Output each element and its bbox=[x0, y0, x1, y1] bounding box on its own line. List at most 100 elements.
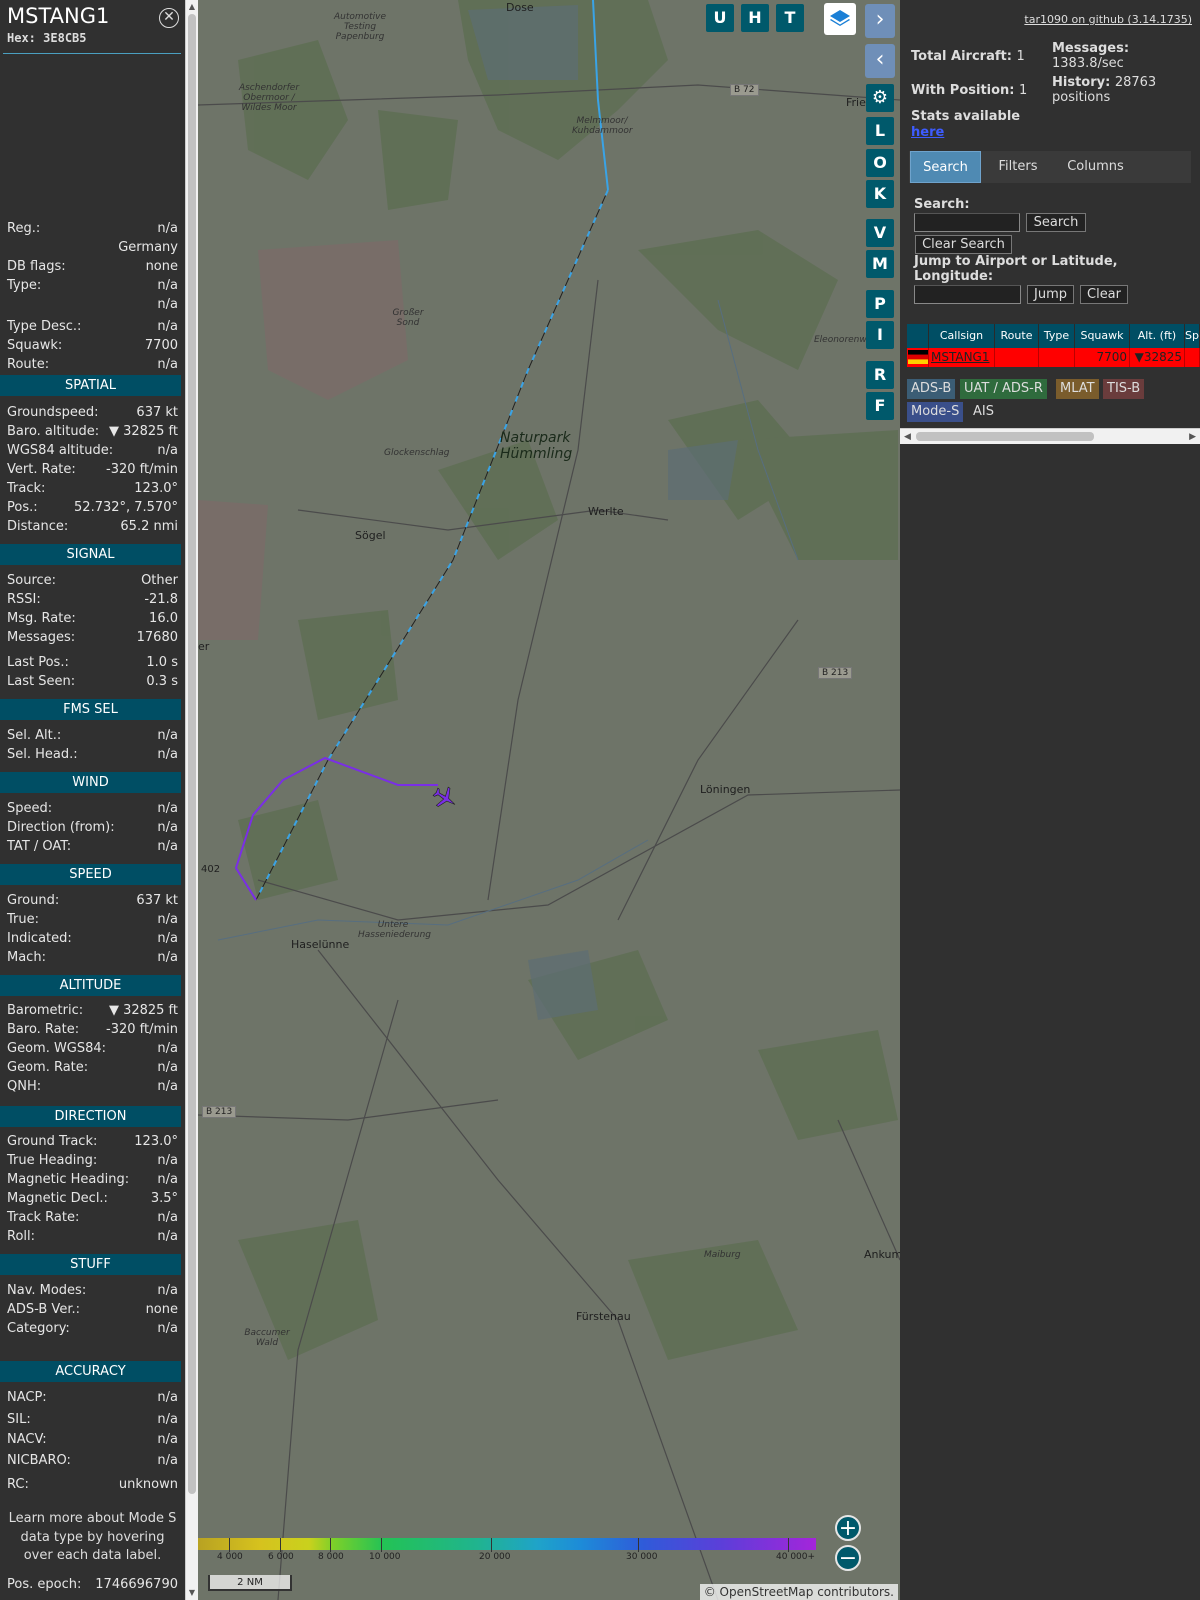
place-loningen: Löningen bbox=[700, 783, 751, 796]
zoom-in-button[interactable]: + bbox=[835, 1515, 861, 1541]
zoom-out-button[interactable]: − bbox=[835, 1545, 861, 1571]
col-alt-header[interactable]: Alt. (ft) bbox=[1130, 324, 1185, 348]
info-value: -21.8 bbox=[144, 592, 178, 607]
hscroll-thumb[interactable] bbox=[916, 432, 1094, 441]
info-label: Roll: bbox=[7, 1229, 36, 1244]
col-type-header[interactable]: Type bbox=[1039, 324, 1075, 348]
left-panel-scrollbar[interactable]: ▲ ▼ bbox=[185, 0, 198, 1600]
toggle-f-button[interactable]: F bbox=[866, 392, 894, 420]
info-value: 7700 bbox=[144, 338, 178, 353]
place-haselunne: Haselünne bbox=[291, 938, 350, 951]
attribution-suffix: contributors. bbox=[813, 1585, 894, 1599]
callsign-cell[interactable]: MSTANG1 bbox=[929, 348, 995, 367]
info-value: n/a bbox=[157, 1060, 178, 1075]
col-callsign-header[interactable]: Callsign bbox=[929, 324, 995, 348]
scroll-up-arrow-icon[interactable]: ▲ bbox=[186, 0, 198, 14]
info-value: 1.0 s bbox=[146, 655, 178, 670]
col-speed-header[interactable]: Sp bbox=[1185, 324, 1200, 348]
info-label: DB flags: bbox=[7, 259, 66, 274]
aircraft-icon[interactable] bbox=[432, 785, 458, 811]
place-er: er bbox=[198, 640, 210, 653]
aircraft-hex: Hex: 3E8CB5 bbox=[7, 31, 87, 45]
info-value: 123.0° bbox=[134, 1134, 178, 1149]
place-testing: Automotive Testing Papenburg bbox=[333, 12, 387, 42]
toggle-l-button[interactable]: L bbox=[866, 117, 894, 145]
table-horizontal-scrollbar[interactable]: ◀ ▶ bbox=[900, 428, 1200, 444]
info-row-geom-wgs84: Geom. WGS84: n/a bbox=[7, 1041, 178, 1059]
toggle-o-button[interactable]: O bbox=[866, 149, 894, 177]
jump-input[interactable] bbox=[914, 285, 1021, 304]
clear-button[interactable]: Clear bbox=[1080, 285, 1128, 304]
place-werlte: Werlte bbox=[588, 505, 624, 518]
info-label: TAT / OAT: bbox=[7, 839, 72, 854]
col-squawk-header[interactable]: Squawk bbox=[1075, 324, 1130, 348]
info-label: Sel. Head.: bbox=[7, 747, 78, 762]
layers-button[interactable] bbox=[824, 3, 856, 35]
settings-button[interactable]: ⚙ bbox=[866, 84, 894, 112]
info-label: Magnetic Heading: bbox=[7, 1172, 130, 1187]
info-row-sil: SIL: n/a bbox=[7, 1412, 178, 1430]
osm-link[interactable]: OpenStreetMap bbox=[720, 1585, 814, 1599]
info-row-type: Type: n/a bbox=[7, 278, 178, 296]
pos-epoch-row: Pos. epoch: 1746696790 bbox=[7, 1577, 178, 1595]
info-value: n/a bbox=[157, 912, 178, 927]
info-label: Last Pos.: bbox=[7, 655, 69, 670]
col-flag-header bbox=[907, 324, 929, 348]
info-row-messages: Messages: 17680 bbox=[7, 630, 178, 648]
info-label: Type Desc.: bbox=[7, 319, 82, 334]
expand-right-button[interactable]: › bbox=[865, 4, 895, 38]
info-label: NACP: bbox=[7, 1390, 47, 1405]
place-furstenau: Fürstenau bbox=[576, 1310, 631, 1323]
toggle-p-button[interactable]: P bbox=[866, 290, 894, 318]
scrollbar-thumb[interactable] bbox=[188, 14, 196, 1494]
tab-columns[interactable]: Columns bbox=[1054, 151, 1137, 183]
info-value: n/a bbox=[157, 728, 178, 743]
toggle-m-button[interactable]: M bbox=[866, 250, 894, 278]
right-panel: tar1090 on github (3.14.1735) Total Airc… bbox=[900, 0, 1200, 1600]
info-row-speed: Speed: n/a bbox=[7, 801, 178, 819]
info-row-ground-track: Ground Track: 123.0° bbox=[7, 1134, 178, 1152]
plus-icon: + bbox=[838, 1516, 858, 1541]
info-value: n/a bbox=[157, 221, 178, 236]
clear-search-button[interactable]: Clear Search bbox=[915, 235, 1012, 254]
toggle-u-button[interactable]: U bbox=[706, 4, 734, 32]
info-label: Category: bbox=[7, 1321, 70, 1336]
scroll-left-arrow-icon[interactable]: ◀ bbox=[904, 429, 911, 445]
hex-value: 3E8CB5 bbox=[43, 31, 87, 45]
info-label: Mach: bbox=[7, 950, 46, 965]
col-route-header[interactable]: Route bbox=[995, 324, 1039, 348]
map-view[interactable]: Dose Automotive Testing Papenburg Aschen… bbox=[198, 0, 900, 1600]
info-row-tat-oat: TAT / OAT: n/a bbox=[7, 839, 178, 857]
info-value: 0.3 s bbox=[146, 674, 178, 689]
toggle-r-button[interactable]: R bbox=[866, 361, 894, 389]
info-row-sel-head: Sel. Head.: n/a bbox=[7, 747, 178, 765]
search-button[interactable]: Search bbox=[1026, 213, 1086, 232]
info-value: n/a bbox=[157, 297, 178, 312]
info-row-distance: Distance: 65.2 nmi bbox=[7, 519, 178, 537]
legend-tick-label: 8 000 bbox=[318, 1552, 344, 1562]
collapse-left-button[interactable]: ‹ bbox=[865, 44, 895, 78]
tab-search[interactable]: Search bbox=[910, 151, 981, 183]
info-row-reg: Reg.: n/a bbox=[7, 221, 178, 239]
scroll-down-arrow-icon[interactable]: ▼ bbox=[186, 1586, 198, 1600]
info-label: SIL: bbox=[7, 1412, 31, 1427]
toggle-v-button[interactable]: V bbox=[866, 219, 894, 247]
toggle-h-button[interactable]: H bbox=[741, 4, 769, 32]
close-icon[interactable]: ✕ bbox=[159, 8, 179, 28]
info-value: none bbox=[145, 259, 178, 274]
info-row-true-heading: True Heading: n/a bbox=[7, 1153, 178, 1171]
info-value: n/a bbox=[157, 319, 178, 334]
info-value: none bbox=[145, 1302, 178, 1317]
source-ads-b: ADS-B bbox=[907, 379, 956, 399]
scroll-right-arrow-icon[interactable]: ▶ bbox=[1189, 429, 1196, 445]
github-link[interactable]: tar1090 on github (3.14.1735) bbox=[1024, 13, 1192, 26]
toggle-k-button[interactable]: K bbox=[866, 180, 894, 208]
toggle-i-button[interactable]: I bbox=[866, 321, 894, 349]
info-value: n/a bbox=[157, 1390, 178, 1405]
search-input[interactable] bbox=[914, 213, 1020, 232]
toggle-t-button[interactable]: T bbox=[776, 4, 804, 32]
tab-filters[interactable]: Filters bbox=[983, 151, 1053, 183]
stats-here-link[interactable]: here bbox=[911, 125, 944, 140]
jump-button[interactable]: Jump bbox=[1027, 285, 1074, 304]
stats-available: Stats available bbox=[911, 109, 1021, 124]
